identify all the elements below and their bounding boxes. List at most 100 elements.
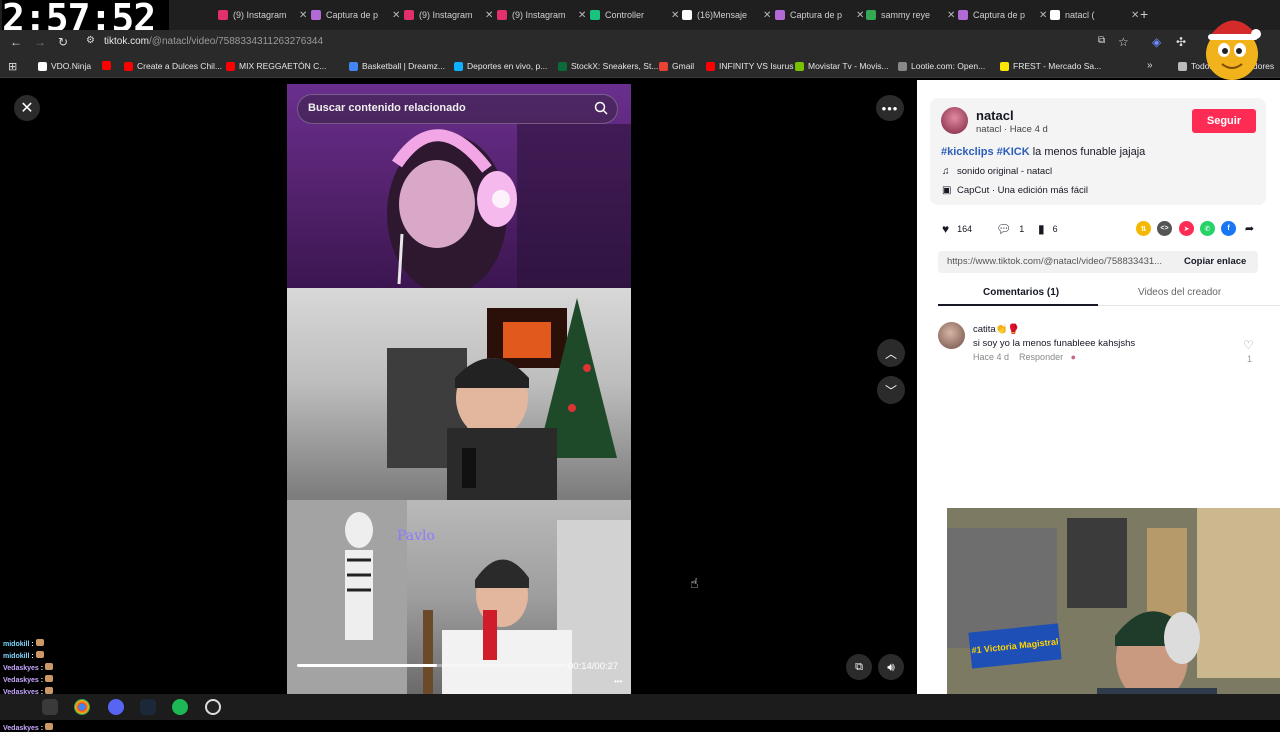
apps-grid-icon[interactable]: ⊞ bbox=[8, 60, 17, 73]
active-tab-indicator bbox=[938, 304, 1098, 306]
chat-username: midokill bbox=[3, 641, 30, 648]
tab-close-icon[interactable]: ✕ bbox=[856, 10, 864, 21]
tab-comments[interactable]: Comentarios (1) bbox=[983, 287, 1059, 298]
tab-title: (9) Instagram bbox=[512, 10, 566, 20]
tab-close-icon[interactable]: ✕ bbox=[763, 10, 771, 21]
more-options-button[interactable]: ••• bbox=[876, 95, 904, 121]
tab-close-icon[interactable]: ✕ bbox=[392, 10, 400, 21]
extension-icon[interactable]: ◈ bbox=[1152, 35, 1161, 49]
creator-subline: natacl · Hace 4 d bbox=[976, 124, 1048, 135]
hashtag-kick[interactable]: #KICK bbox=[997, 146, 1030, 158]
picture-in-picture-button[interactable]: ⧉ bbox=[846, 654, 872, 680]
search-icon[interactable] bbox=[594, 101, 608, 115]
chat-line: Vedaskyes : bbox=[3, 675, 54, 684]
capcut-link[interactable]: CapCut · Una edición más fácil bbox=[957, 185, 1088, 196]
bookmark-favicon-icon bbox=[1000, 61, 1009, 71]
taskbar-app-icon[interactable] bbox=[42, 699, 58, 715]
tab-favicon-icon bbox=[682, 10, 692, 20]
comment-like-icon[interactable]: ♡ bbox=[1243, 338, 1254, 352]
facebook-icon[interactable]: f bbox=[1221, 221, 1236, 236]
commenter-name[interactable]: catita👏🥊 bbox=[973, 324, 1019, 335]
bookmark-item[interactable]: Movistar Tv - Movis... bbox=[795, 61, 889, 71]
tab-close-icon[interactable]: ✕ bbox=[671, 10, 679, 21]
bookmark-label: VDO.Ninja bbox=[51, 61, 92, 71]
comment-stat[interactable]: 💬︎ 1 bbox=[996, 222, 1024, 236]
url-domain: tiktok.com bbox=[104, 36, 150, 47]
browser-tab[interactable]: sammy reye ✕ bbox=[866, 4, 955, 26]
bookmark-item[interactable]: VDO.Ninja bbox=[38, 61, 91, 71]
share-more-icon[interactable]: ➦ bbox=[1242, 221, 1257, 236]
browser-tab[interactable]: Captura de p ✕ bbox=[958, 4, 1047, 26]
browser-tab[interactable]: natacl (✕ bbox=[1050, 4, 1139, 26]
bookmark-item[interactable]: Lootie.com: Open... bbox=[898, 61, 985, 71]
chrome-taskbar-icon[interactable] bbox=[74, 699, 90, 715]
hashtag-kickclips[interactable]: #kickclips bbox=[941, 146, 994, 158]
previous-video-button[interactable]: ︿ bbox=[877, 339, 905, 367]
discord-taskbar-icon[interactable] bbox=[108, 699, 124, 715]
browser-tab[interactable]: Captura de p ✕ bbox=[311, 4, 400, 26]
bookmark-star-icon[interactable]: ☆ bbox=[1118, 35, 1129, 49]
send-icon[interactable]: ➤ bbox=[1179, 221, 1194, 236]
tab-close-icon[interactable]: ✕ bbox=[578, 10, 586, 21]
bookmark-item[interactable]: INFINITY VS Isurus bbox=[706, 61, 793, 71]
creator-username[interactable]: natacl bbox=[976, 108, 1014, 123]
reply-button[interactable]: Responder bbox=[1019, 352, 1063, 362]
extensions-puzzle-icon[interactable]: ✣ bbox=[1176, 35, 1186, 49]
new-tab-button[interactable]: + bbox=[1140, 6, 1148, 22]
repost-icon[interactable]: ⇅ bbox=[1136, 221, 1151, 236]
sound-link[interactable]: sonido original - natacl bbox=[957, 166, 1052, 177]
tab-close-icon[interactable]: ✕ bbox=[1039, 10, 1047, 21]
browser-tab[interactable]: Controller ✕ bbox=[590, 4, 679, 26]
spotify-taskbar-icon[interactable] bbox=[172, 699, 188, 715]
tab-close-icon[interactable]: ✕ bbox=[299, 10, 307, 21]
whatsapp-icon[interactable]: ✆ bbox=[1200, 221, 1215, 236]
browser-tab[interactable]: (9) Instagram ✕ bbox=[218, 4, 307, 26]
commenter-avatar[interactable] bbox=[938, 322, 965, 349]
browser-tab[interactable]: (9) Instagram ✕ bbox=[497, 4, 586, 26]
bookmark-item[interactable]: StockX: Sneakers, St... bbox=[558, 61, 658, 71]
browser-tab[interactable]: Captura de p ✕ bbox=[775, 4, 864, 26]
mascot-sticker bbox=[1206, 20, 1261, 80]
steam-taskbar-icon[interactable] bbox=[140, 699, 156, 715]
back-icon[interactable]: ← bbox=[10, 35, 22, 49]
follow-button[interactable]: Seguir bbox=[1192, 109, 1256, 133]
copy-link-button[interactable]: Copiar enlace bbox=[1184, 256, 1246, 267]
creator-avatar[interactable] bbox=[941, 107, 968, 134]
bookmark-item[interactable]: Create a Dulces Chil... bbox=[124, 61, 222, 71]
volume-button[interactable]: 🔊︎ bbox=[878, 654, 904, 680]
bookmark-item[interactable] bbox=[102, 61, 115, 70]
site-info-icon[interactable]: ⚙ bbox=[86, 35, 95, 46]
mouse-cursor-icon: ☝ bbox=[690, 575, 699, 591]
embed-icon[interactable]: <> bbox=[1157, 221, 1172, 236]
tab-close-icon[interactable]: ✕ bbox=[947, 10, 955, 21]
related-search-placeholder[interactable]: Buscar contenido relacionado bbox=[308, 102, 466, 114]
browser-tab[interactable]: (16)Mensaje ✕ bbox=[682, 4, 771, 26]
progress-fill bbox=[297, 664, 438, 667]
bookmark-item[interactable]: FREST - Mercado Sa... bbox=[1000, 61, 1101, 71]
url-field[interactable]: tiktok.com/@natacl/video/758833431126327… bbox=[104, 36, 323, 47]
tab-creator-videos[interactable]: Videos del creador bbox=[1138, 287, 1221, 298]
tab-title: Captura de p bbox=[790, 10, 843, 20]
video-more-icon[interactable]: ••• bbox=[614, 677, 622, 686]
tab-favicon-icon bbox=[311, 10, 321, 20]
forward-icon[interactable]: → bbox=[34, 35, 46, 49]
more-bookmarks-icon[interactable]: » bbox=[1147, 60, 1153, 71]
obs-taskbar-icon[interactable] bbox=[205, 699, 221, 715]
bookmark-item[interactable]: Basketball | Dreamz... bbox=[349, 61, 445, 71]
install-icon[interactable]: ⧉ bbox=[1098, 35, 1105, 46]
reload-icon[interactable]: ↻ bbox=[58, 35, 68, 49]
tab-close-icon[interactable]: ✕ bbox=[485, 10, 493, 21]
next-video-button[interactable]: ﹀ bbox=[877, 376, 905, 404]
bookmark-item[interactable]: Deportes en vivo, p... bbox=[454, 61, 547, 71]
browser-tab[interactable]: (9) Instagram ✕ bbox=[404, 4, 493, 26]
video-frame[interactable]: Pavlo bbox=[287, 84, 631, 694]
save-stat[interactable]: ▮ 6 bbox=[1038, 222, 1058, 236]
save-count: 6 bbox=[1052, 224, 1058, 234]
chat-line: midokill : bbox=[3, 639, 44, 648]
tab-title: Captura de p bbox=[326, 10, 379, 20]
bookmark-item[interactable]: MIX REGGAETÓN C... bbox=[226, 61, 326, 71]
bookmark-item[interactable]: Gmail bbox=[659, 61, 694, 71]
tab-close-icon[interactable]: ✕ bbox=[1131, 10, 1139, 21]
like-stat[interactable]: ♥ 164 bbox=[942, 222, 972, 236]
close-button[interactable]: ✕ bbox=[14, 95, 40, 121]
